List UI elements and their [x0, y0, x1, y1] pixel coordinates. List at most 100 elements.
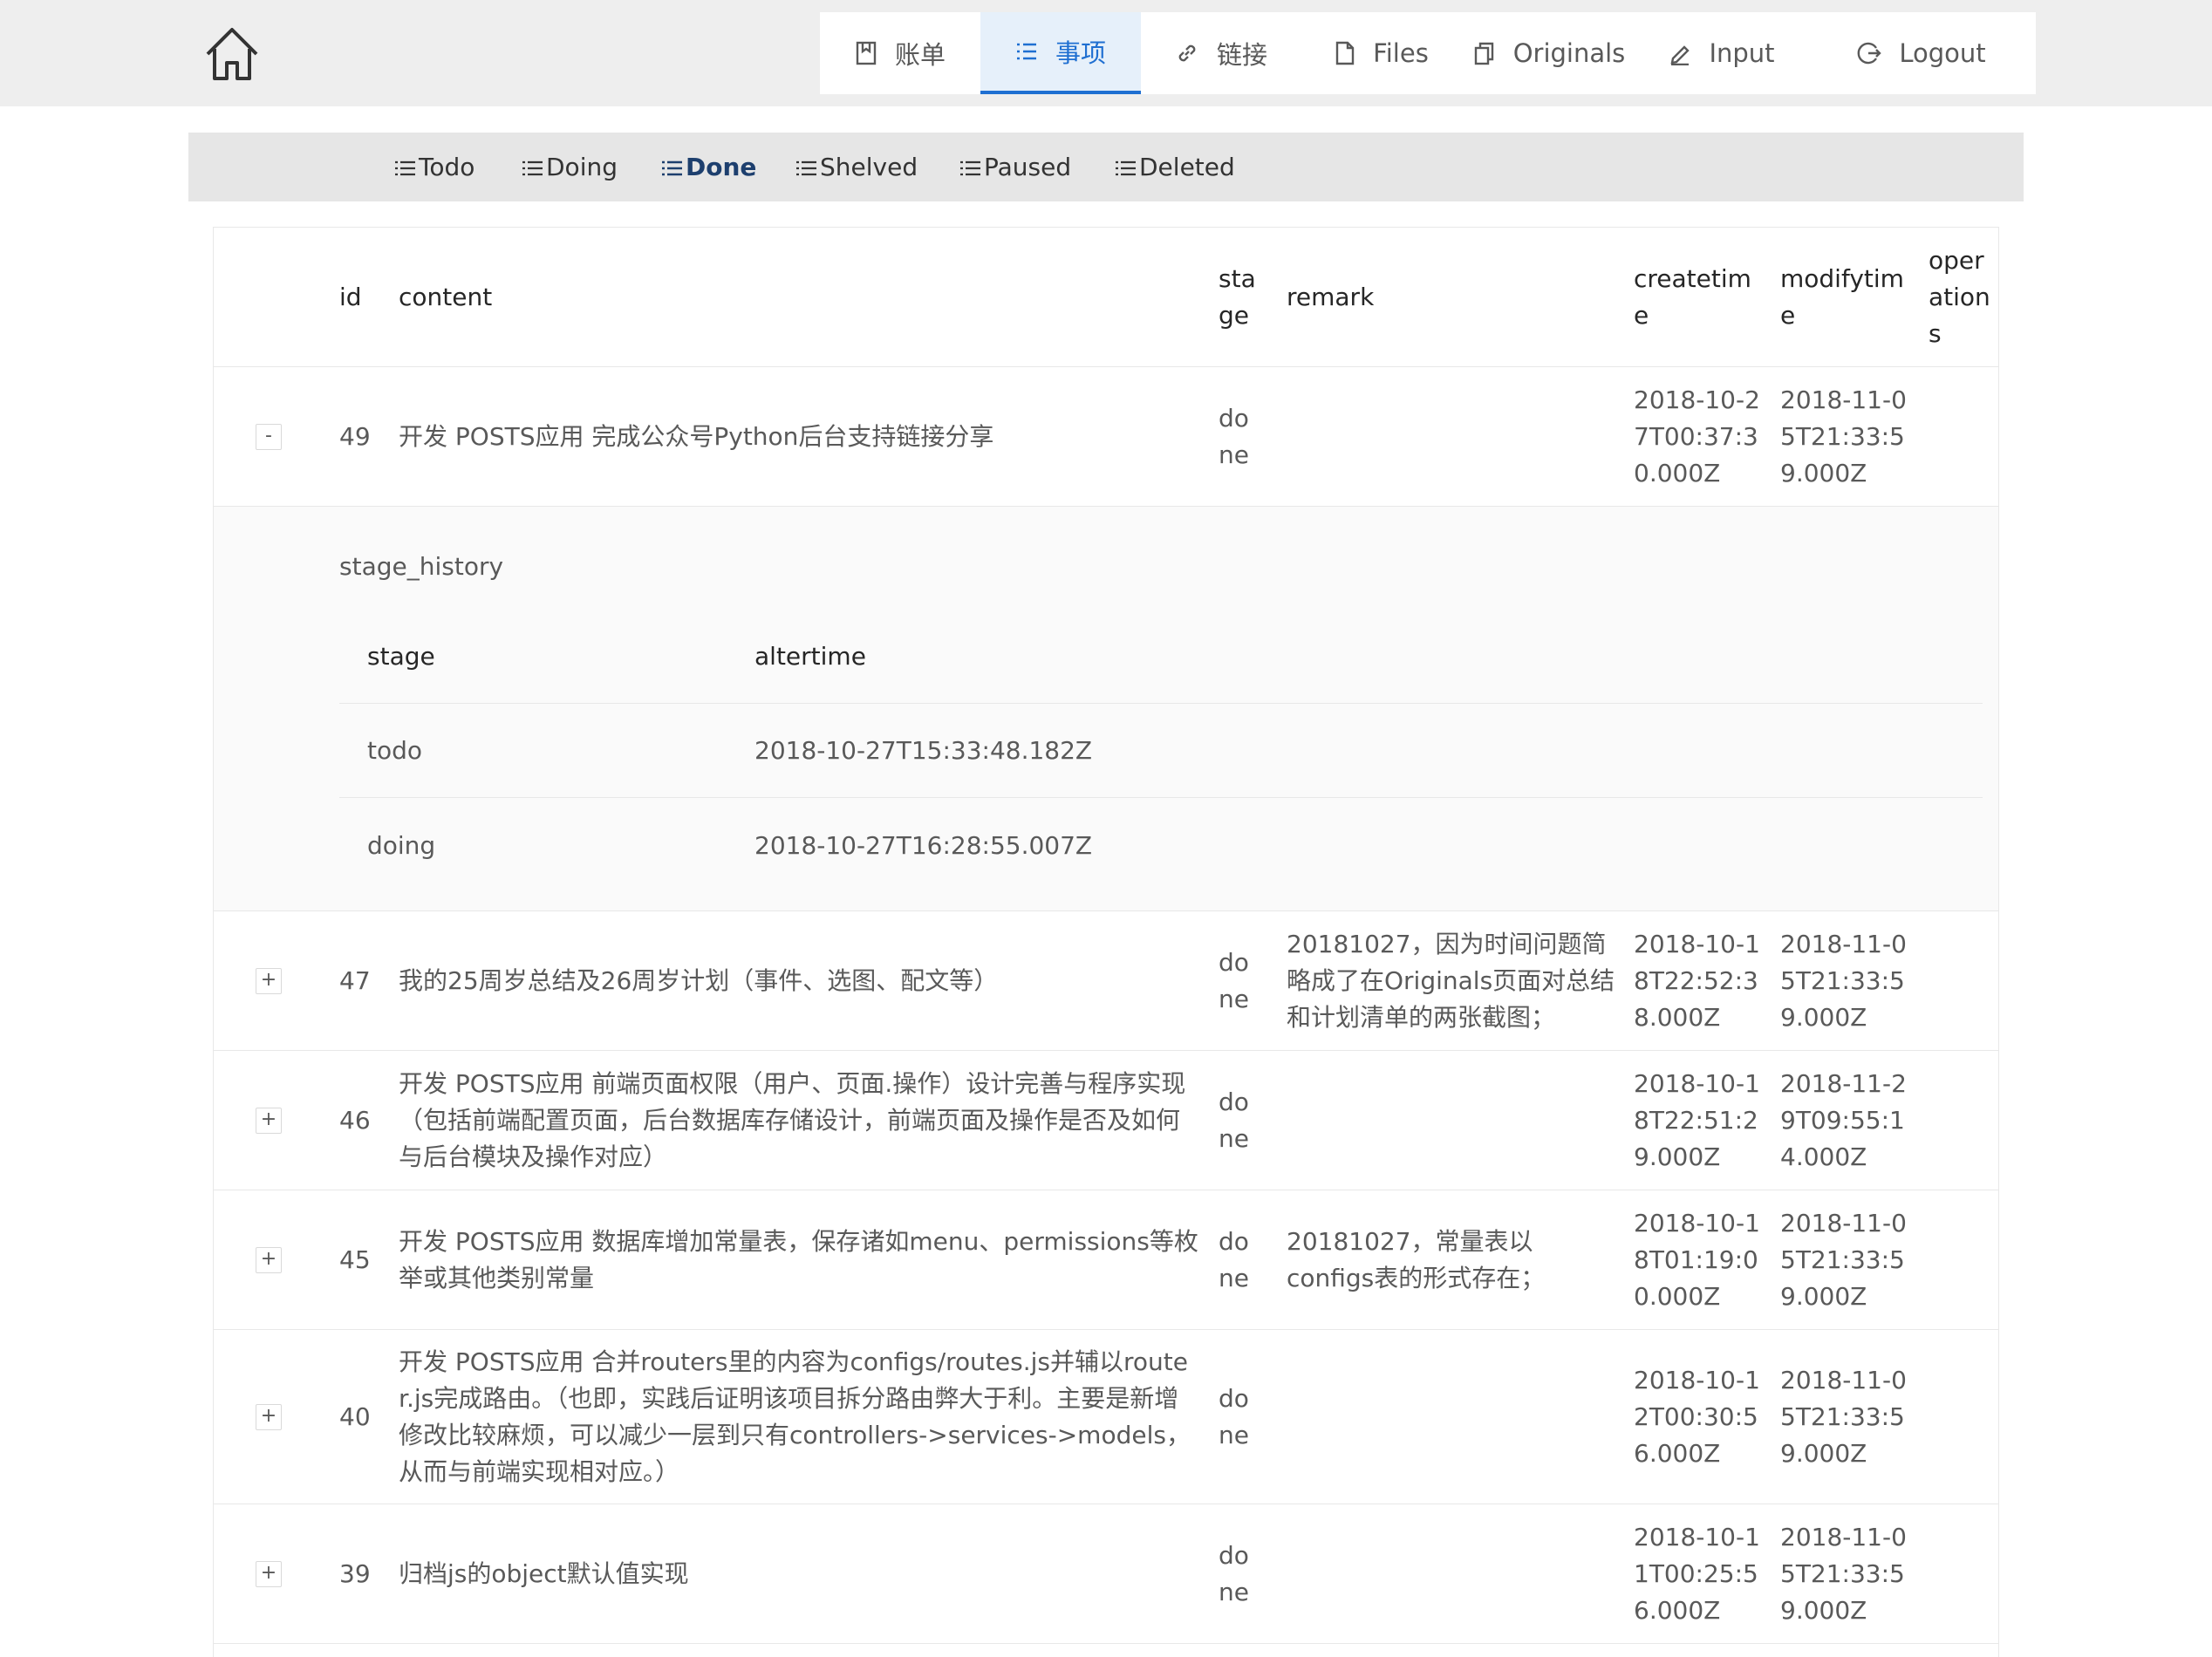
cell-remark: 20181027，因为时间问题简略成了在Originals页面对总结和计划清单的… — [1287, 929, 1615, 1032]
book-icon — [856, 41, 877, 65]
list-icon — [796, 160, 816, 176]
header-stage: stage — [1219, 263, 1256, 330]
filter-done[interactable]: Done — [661, 133, 756, 201]
stage-filter-bar: Todo Doing Done Shelved Paused Deleted — [188, 133, 2024, 201]
cell-stage: done — [1219, 1087, 1249, 1153]
expand-row-button[interactable]: + — [256, 968, 282, 994]
cell-modifytime: 2018-11-05T21:33:59.000Z — [1780, 1208, 1907, 1311]
list-icon — [1016, 43, 1036, 60]
nav-item-tasks[interactable]: 事项 — [980, 12, 1141, 94]
table-row: + 39 归档js的object默认值实现 done 2018-10-11T00… — [214, 1504, 1998, 1644]
table-row: - 49 开发 POSTS应用 完成公众号Python后台支持链接分享 done… — [214, 367, 1998, 507]
cell-stage: todo — [367, 736, 423, 765]
nav-label: Originals — [1512, 38, 1626, 68]
nav-item-originals[interactable]: Originals — [1462, 12, 1636, 94]
expand-row-button[interactable]: + — [256, 1404, 282, 1430]
tasks-table: id content stage remark createtime modif… — [213, 227, 1999, 1657]
filter-deleted[interactable]: Deleted — [1115, 133, 1235, 201]
cell-id: 47 — [339, 965, 371, 995]
table-row: + 47 我的25周岁总结及26周岁计划（事件、选图、配文等） done 201… — [214, 911, 1998, 1051]
cell-content: 开发 POSTS应用 数据库增加常量表，保存诸如menu、permissions… — [399, 1226, 1198, 1292]
link-icon — [1178, 44, 1196, 62]
nav-label: Input — [1709, 38, 1775, 68]
table-row: + 40 开发 POSTS应用 合并routers里的内容为configs/ro… — [214, 1330, 1998, 1504]
cell-createtime: 2018-10-18T01:19:00.000Z — [1634, 1208, 1760, 1311]
expand-row-button[interactable]: + — [256, 1247, 282, 1273]
nav-item-input[interactable]: Input — [1636, 12, 1807, 94]
edit-icon — [1670, 45, 1690, 65]
copy-icon — [1474, 42, 1493, 65]
nav-label: 账单 — [894, 40, 946, 70]
cell-createtime: 2018-10-18T22:52:38.000Z — [1634, 929, 1760, 1032]
cell-remark: 20181027，常量表以configs表的形式存在； — [1287, 1226, 1546, 1292]
header-content: content — [399, 282, 493, 311]
stage-history-title: stage_history — [339, 552, 504, 581]
cell-modifytime: 2018-11-05T21:33:59.000Z — [1780, 929, 1907, 1032]
cell-content: 开发 POSTS应用 前端页面权限（用户、页面.操作）设计完善与程序实现（包括前… — [399, 1068, 1186, 1171]
cell-remark — [1287, 1330, 1618, 1504]
collapse-row-button[interactable]: - — [256, 424, 282, 450]
cell-stage: done — [1219, 1540, 1249, 1606]
home-icon[interactable] — [202, 24, 262, 84]
header-altertime: altertime — [754, 642, 866, 671]
cell-id: 49 — [339, 421, 371, 451]
cell-id: 46 — [339, 1105, 371, 1135]
filter-doing[interactable]: Doing — [522, 133, 618, 201]
list-icon — [395, 160, 415, 176]
cell-altertime: 2018-10-27T16:28:55.007Z — [754, 830, 1093, 860]
nav-item-logout[interactable]: Logout — [1807, 12, 2036, 94]
cell-stage: done — [1219, 1383, 1249, 1449]
cell-createtime: 2018-10-12T00:30:56.000Z — [1634, 1365, 1760, 1468]
cell-remark — [1287, 367, 1618, 506]
cell-id: 39 — [339, 1558, 371, 1588]
header-operations: operations — [1929, 245, 1990, 348]
header-id: id — [339, 282, 362, 311]
cell-altertime: 2018-10-27T15:33:48.182Z — [754, 736, 1093, 765]
logout-icon — [1858, 42, 1882, 65]
cell-id: 45 — [339, 1244, 371, 1274]
main-nav: 账单 事项 链接 Files Originals Input Logout — [820, 12, 2036, 94]
nav-label: 事项 — [1055, 38, 1106, 68]
header-stage: stage — [367, 642, 435, 671]
cell-content: 开发 POSTS应用 完成公众号Python后台支持链接分享 — [399, 421, 994, 451]
cell-createtime: 2018-10-11T00:25:56.000Z — [1634, 1522, 1760, 1625]
list-icon — [522, 160, 543, 176]
list-icon — [1116, 160, 1136, 176]
top-bar: 账单 事项 链接 Files Originals Input Logout — [0, 0, 2212, 106]
stage-history-row: doing 2018-10-27T16:28:55.007Z — [339, 798, 1983, 892]
table-row: + 46 开发 POSTS应用 前端页面权限（用户、页面.操作）设计完善与程序实… — [214, 1051, 1998, 1190]
header-createtime: createtime — [1634, 263, 1751, 330]
expanded-row-detail: stage_history stage altertime todo 2018-… — [214, 507, 1998, 911]
stage-history-table: stage altertime todo 2018-10-27T15:33:48… — [339, 610, 1983, 892]
cell-modifytime: 2018-11-05T21:33:59.000Z — [1780, 1365, 1907, 1468]
filter-todo[interactable]: Todo — [394, 133, 474, 201]
cell-modifytime: 2018-11-05T21:33:59.000Z — [1780, 385, 1907, 488]
cell-remark — [1287, 1051, 1618, 1190]
cell-stage: done — [1219, 403, 1249, 469]
list-icon — [960, 160, 980, 176]
cell-content: 归档js的object默认值实现 — [399, 1558, 689, 1588]
cell-content: 开发 POSTS应用 合并routers里的内容为configs/routes.… — [399, 1347, 1191, 1486]
file-icon — [1335, 41, 1355, 65]
filter-paused[interactable]: Paused — [959, 133, 1071, 201]
nav-label: 链接 — [1216, 40, 1267, 70]
cell-stage: done — [1219, 947, 1249, 1013]
filter-shelved[interactable]: Shelved — [795, 133, 918, 201]
cell-modifytime: 2018-11-29T09:55:14.000Z — [1780, 1068, 1907, 1171]
cell-id: 40 — [339, 1401, 371, 1431]
cell-stage: done — [1219, 1226, 1249, 1292]
list-icon — [662, 160, 682, 176]
stage-history-header: stage altertime — [339, 610, 1983, 704]
stage-history-row: todo 2018-10-27T15:33:48.182Z — [339, 704, 1983, 798]
cell-createtime: 2018-10-18T22:51:29.000Z — [1634, 1068, 1760, 1171]
cell-content: 我的25周岁总结及26周岁计划（事件、选图、配文等） — [399, 965, 999, 995]
nav-item-links[interactable]: 链接 — [1141, 12, 1301, 94]
cell-createtime: 2018-10-27T00:37:30.000Z — [1634, 385, 1760, 488]
expand-row-button[interactable]: + — [256, 1108, 282, 1134]
nav-item-bills[interactable]: 账单 — [820, 12, 980, 94]
header-remark: remark — [1287, 282, 1375, 311]
header-modifytime: modifytime — [1780, 263, 1904, 330]
cell-stage: doing — [367, 830, 436, 860]
expand-row-button[interactable]: + — [256, 1561, 282, 1587]
nav-item-files[interactable]: Files — [1301, 12, 1462, 94]
